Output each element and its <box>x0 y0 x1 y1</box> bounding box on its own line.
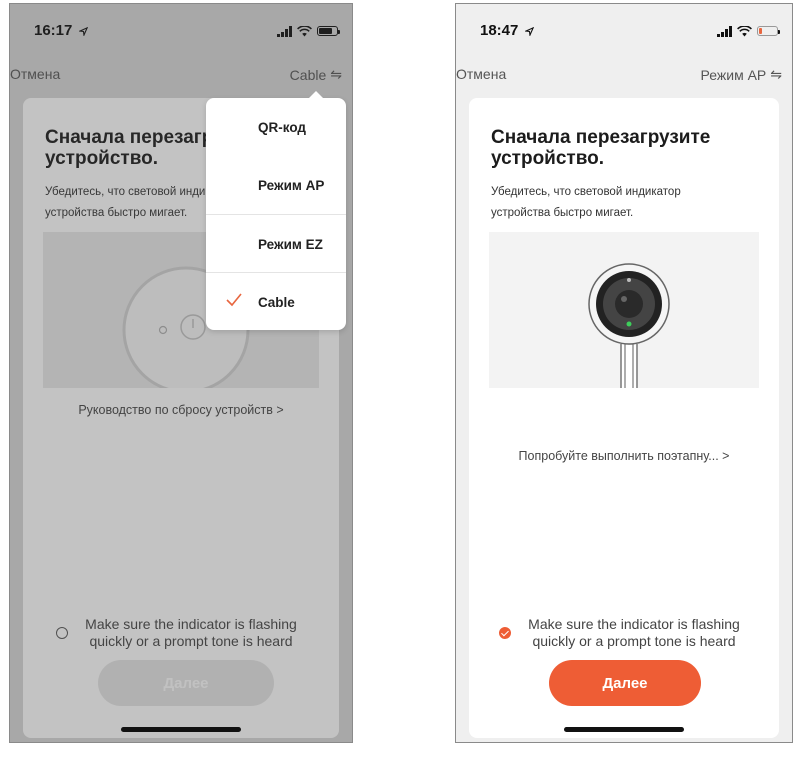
nav-bar: Отмена Cable ⇋ <box>10 64 352 86</box>
status-icons <box>717 24 780 38</box>
home-indicator[interactable] <box>121 727 241 732</box>
confirm-row[interactable]: Make sure the indicator is flashing quic… <box>469 616 779 650</box>
location-arrow-icon <box>78 26 88 36</box>
mode-dropdown: QR-код Режим AP Режим EZ Cable <box>206 91 346 331</box>
status-bar: 18:47 <box>456 4 792 56</box>
battery-icon <box>757 26 780 36</box>
status-bar: 16:17 <box>10 4 352 56</box>
confirm-text: Make sure the indicator is flashing quic… <box>528 616 740 649</box>
status-time-text: 16:17 <box>34 22 73 39</box>
dropdown-item-cable[interactable]: Cable <box>206 272 346 331</box>
status-time: 18:47 <box>480 22 534 39</box>
wifi-icon <box>737 25 752 37</box>
instruction-card: Сначала перезагрузите устройство. Убедит… <box>469 98 779 738</box>
swap-icon: ⇋ <box>330 66 342 82</box>
cancel-button[interactable]: Отмена <box>10 66 60 82</box>
confirm-row[interactable]: Make sure the indicator is flashing quic… <box>23 616 339 650</box>
mode-switch-button[interactable]: Режим AP ⇋ <box>701 66 782 83</box>
signal-icon <box>717 25 732 37</box>
confirm-radio[interactable] <box>56 627 68 639</box>
cancel-button[interactable]: Отмена <box>456 66 506 82</box>
dropdown-item-label: Режим AP <box>258 177 325 193</box>
swap-icon: ⇋ <box>770 66 782 82</box>
battery-icon <box>317 26 340 36</box>
reset-guide-link[interactable]: Руководство по сбросу устройств > <box>23 403 339 417</box>
status-time: 16:17 <box>34 22 88 39</box>
dropdown-item-label: Cable <box>258 294 295 310</box>
confirm-checkbox[interactable] <box>499 627 511 639</box>
instruction-text: Убедитесь, что световой индикатор устрой… <box>491 186 681 219</box>
status-time-text: 18:47 <box>480 22 519 39</box>
wifi-icon <box>297 25 312 37</box>
device-illustration <box>489 232 759 388</box>
location-arrow-icon <box>524 26 534 36</box>
dropdown-item-ez[interactable]: Режим EZ <box>206 214 346 273</box>
home-indicator[interactable] <box>564 727 684 732</box>
dropdown-item-ap[interactable]: Режим AP <box>206 156 346 214</box>
next-button[interactable]: Далее <box>549 660 701 706</box>
page-title: Сначала перезагрузите устройство. <box>491 127 711 169</box>
phone-screen-left: 16:17 Отмена Cable ⇋ Сначала перезагрузи… <box>9 3 353 743</box>
nav-bar: Отмена Режим AP ⇋ <box>456 64 792 86</box>
next-button[interactable]: Далее <box>98 660 274 706</box>
mode-label: Cable <box>289 66 327 83</box>
checkmark-icon <box>226 293 242 310</box>
confirm-text: Make sure the indicator is flashing quic… <box>85 616 297 649</box>
mode-switch-button[interactable]: Cable ⇋ <box>290 66 342 83</box>
dropdown-item-qr[interactable]: QR-код <box>206 98 346 156</box>
dropdown-item-label: QR-код <box>258 119 306 135</box>
camera-icon <box>588 263 670 388</box>
mode-label: Режим AP <box>700 66 767 83</box>
step-guide-link[interactable]: Попробуйте выполнить поэтапну... > <box>469 449 779 463</box>
dropdown-item-label: Режим EZ <box>258 236 323 252</box>
status-icons <box>277 24 340 38</box>
phone-screen-right: 18:47 Отмена Режим AP ⇋ Сначала перезагр… <box>455 3 793 743</box>
signal-icon <box>277 25 292 37</box>
